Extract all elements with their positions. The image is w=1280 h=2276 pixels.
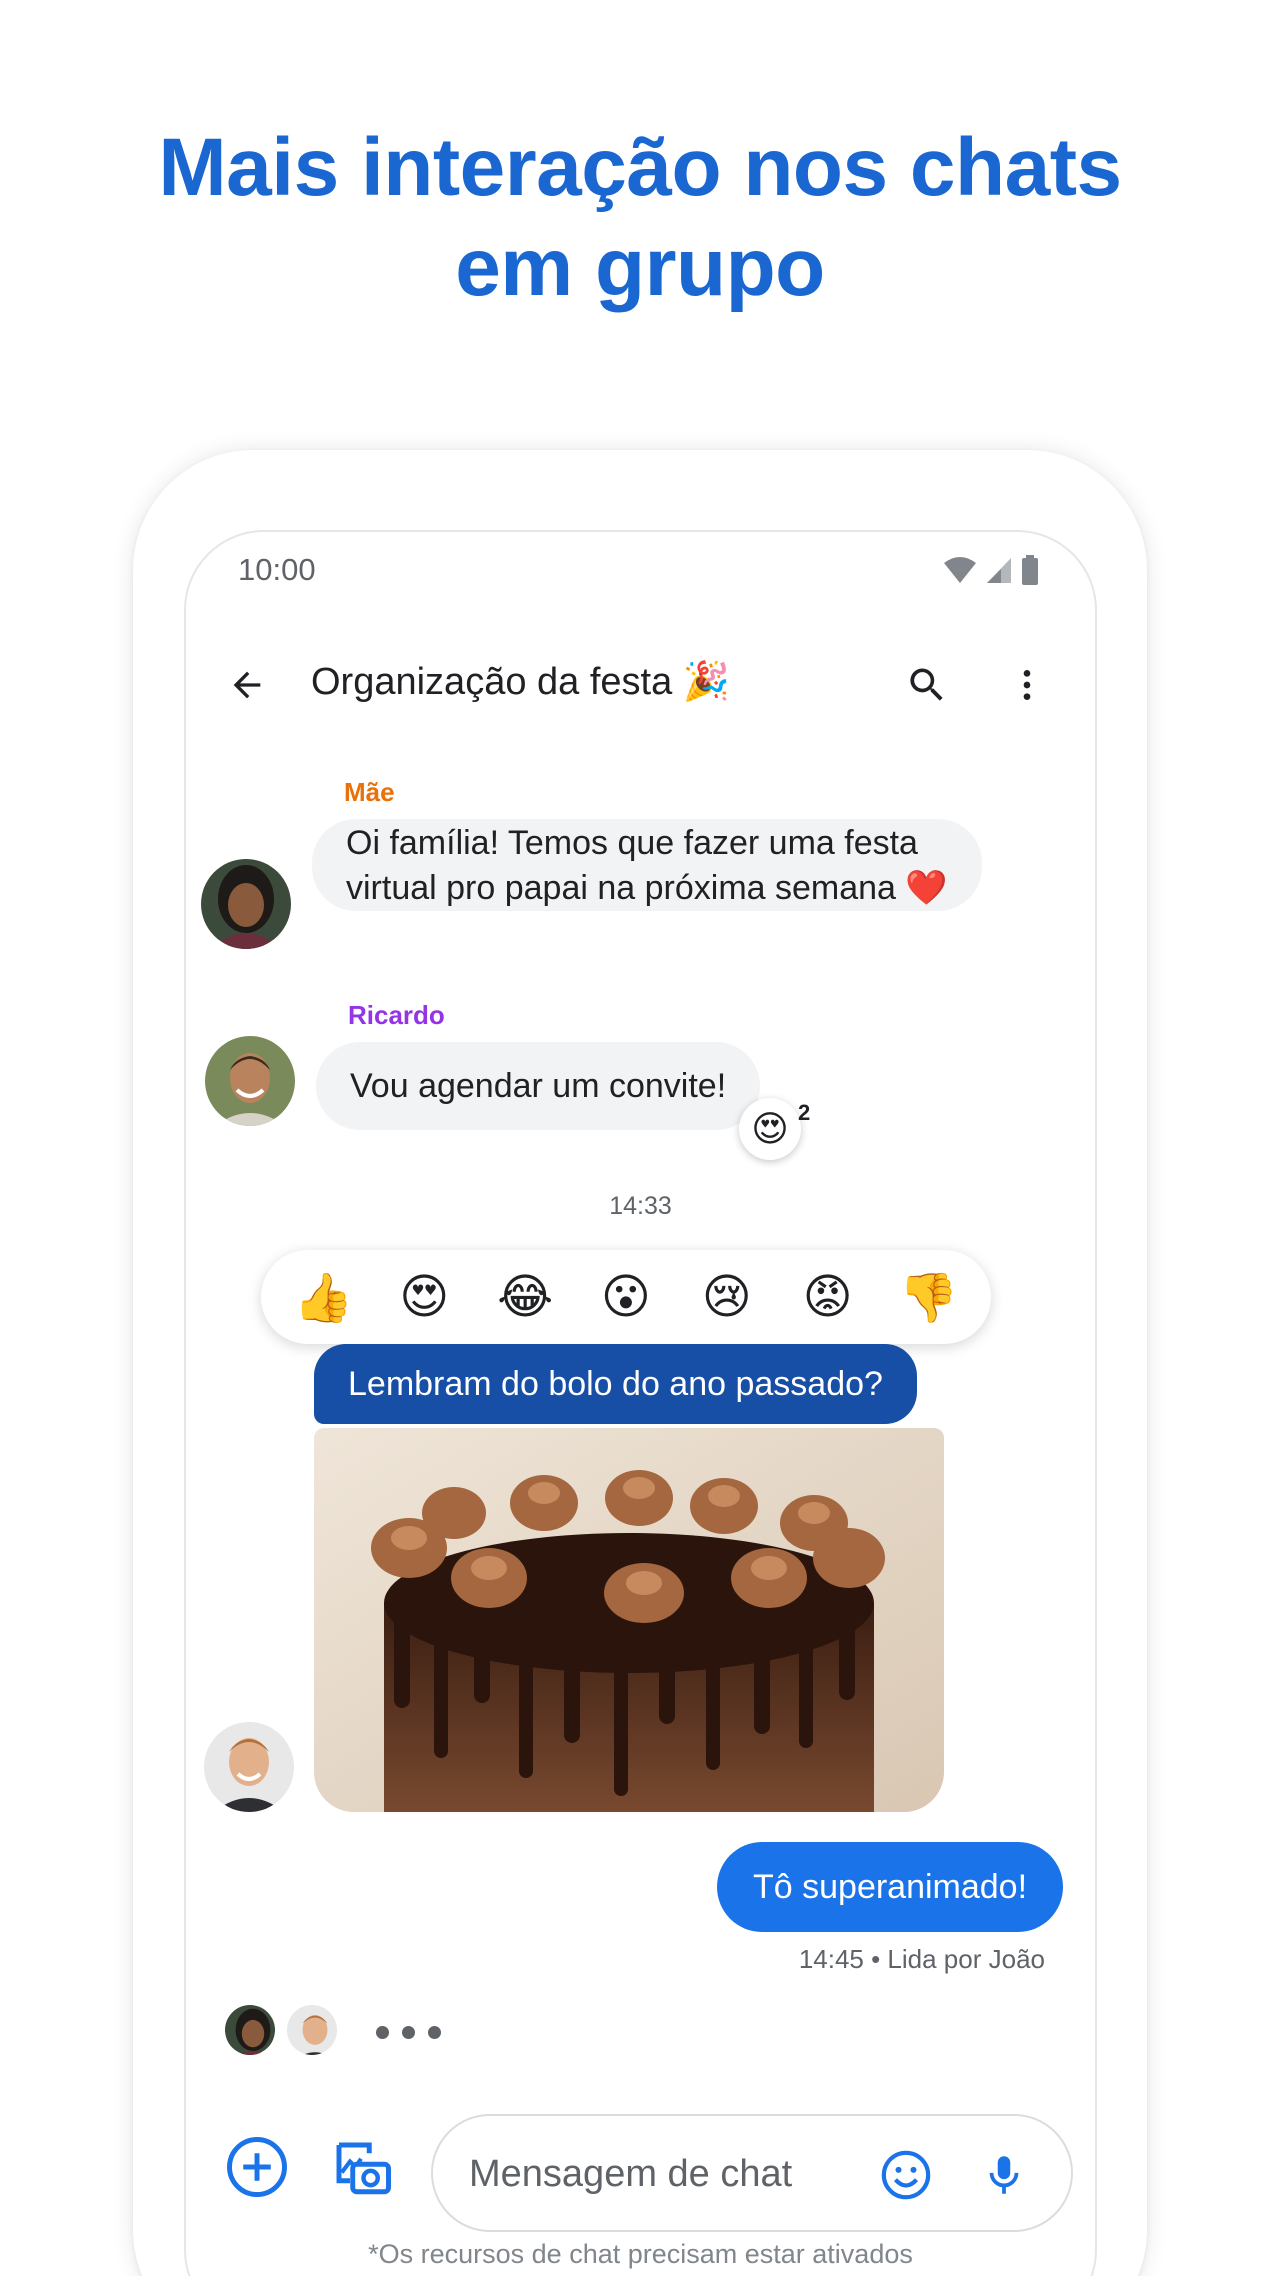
search-icon [910, 668, 943, 701]
message-mae-line-1: Oi família! Temos que fazer uma festa [346, 824, 918, 862]
microphone-button[interactable] [973, 2144, 1035, 2206]
message-bubble-outgoing[interactable]: Tô superanimado! [717, 1842, 1064, 1932]
gallery-button[interactable] [326, 2132, 396, 2202]
avatar-ricardo-image [205, 1036, 295, 1126]
photo-camera-icon [336, 2142, 391, 2195]
search-button[interactable] [896, 654, 958, 716]
chat-features-footnote: *Os recursos de chat precisam estar ativ… [368, 2239, 913, 2269]
read-receipt: 14:45 • Lida por João [798, 1944, 1045, 1974]
avatar-mae[interactable] [201, 859, 291, 949]
message-bubble-mae[interactable]: Oi família! Temos que fazer uma festa vi… [312, 819, 982, 911]
status-icons [943, 554, 1039, 586]
typing-avatar-joao [284, 2002, 340, 2058]
reaction-sad[interactable]: 😢 [692, 1262, 762, 1332]
status-time: 10:00 [238, 552, 316, 587]
sender-name-mae: Mãe [344, 777, 395, 807]
reaction-thumbs-up[interactable]: 👍 [288, 1262, 358, 1332]
reaction-thumbs-down[interactable]: 👎 [893, 1262, 963, 1332]
avatar-mae-image [201, 859, 291, 949]
headline-line-1: Mais interação nos chats [158, 122, 1122, 213]
reaction-badge[interactable]: 😍 [739, 1098, 801, 1160]
headline: Mais interação nos chats em grupo [0, 118, 1280, 318]
reaction-surprised[interactable]: 😮 [591, 1262, 661, 1332]
add-circle-icon [227, 2137, 287, 2197]
reaction-picker: 👍 😍 😂 😮 😢 😡 👎 [261, 1250, 991, 1344]
wifi-icon [944, 557, 976, 583]
message-input-container [431, 2114, 1073, 2232]
reaction-angry[interactable]: 😡 [793, 1262, 863, 1332]
reaction-laughing[interactable]: 😂 [490, 1262, 560, 1332]
sender-name-ricardo: Ricardo [348, 1000, 445, 1030]
message-input[interactable] [469, 2144, 849, 2204]
chat-title: Organização da festa 🎉 [311, 661, 731, 703]
reaction-emoji: 😍 [751, 1108, 789, 1149]
cake-image [314, 1428, 944, 1812]
phone-screen: 10:00 Organização da festa 🎉 Mãe Oi famí… [184, 530, 1097, 2276]
message-bubble-ricardo[interactable]: Vou agendar um convite! [316, 1042, 761, 1130]
message-bubble-joao[interactable]: Lembram do bolo do ano passado? [314, 1344, 917, 1424]
headline-line-2: em grupo [455, 222, 825, 313]
add-attachment-button[interactable] [222, 2132, 292, 2202]
emoji-button[interactable] [875, 2144, 937, 2206]
compose-bar [186, 2102, 1095, 2232]
message-mae-line-2: virtual pro papai na próxima semana ❤️ [346, 869, 948, 907]
arrow-back-icon [233, 671, 261, 699]
more-vert-icon [1023, 670, 1031, 700]
avatar-joao-image [204, 1722, 294, 1812]
battery-icon [1022, 555, 1038, 585]
reaction-count: 2 [798, 1100, 811, 1125]
more-options-button[interactable] [996, 654, 1058, 716]
microphone-icon [989, 2156, 1019, 2194]
avatar-joao[interactable] [204, 1722, 294, 1812]
typing-avatar-mae [222, 2002, 278, 2058]
app-bar: Organização da festa 🎉 [186, 632, 1095, 742]
signal-icon [987, 558, 1011, 583]
emoji-icon [881, 2150, 931, 2200]
avatar-ricardo[interactable] [205, 1036, 295, 1126]
typing-indicator [222, 2002, 522, 2062]
cake-photo[interactable] [314, 1428, 944, 1812]
reaction-heart-eyes[interactable]: 😍 [389, 1262, 459, 1332]
message-timestamp: 14:33 [609, 1192, 672, 1220]
typing-dot [428, 2026, 441, 2039]
typing-dot [376, 2026, 389, 2039]
typing-dot [402, 2026, 415, 2039]
back-button[interactable] [216, 654, 278, 716]
